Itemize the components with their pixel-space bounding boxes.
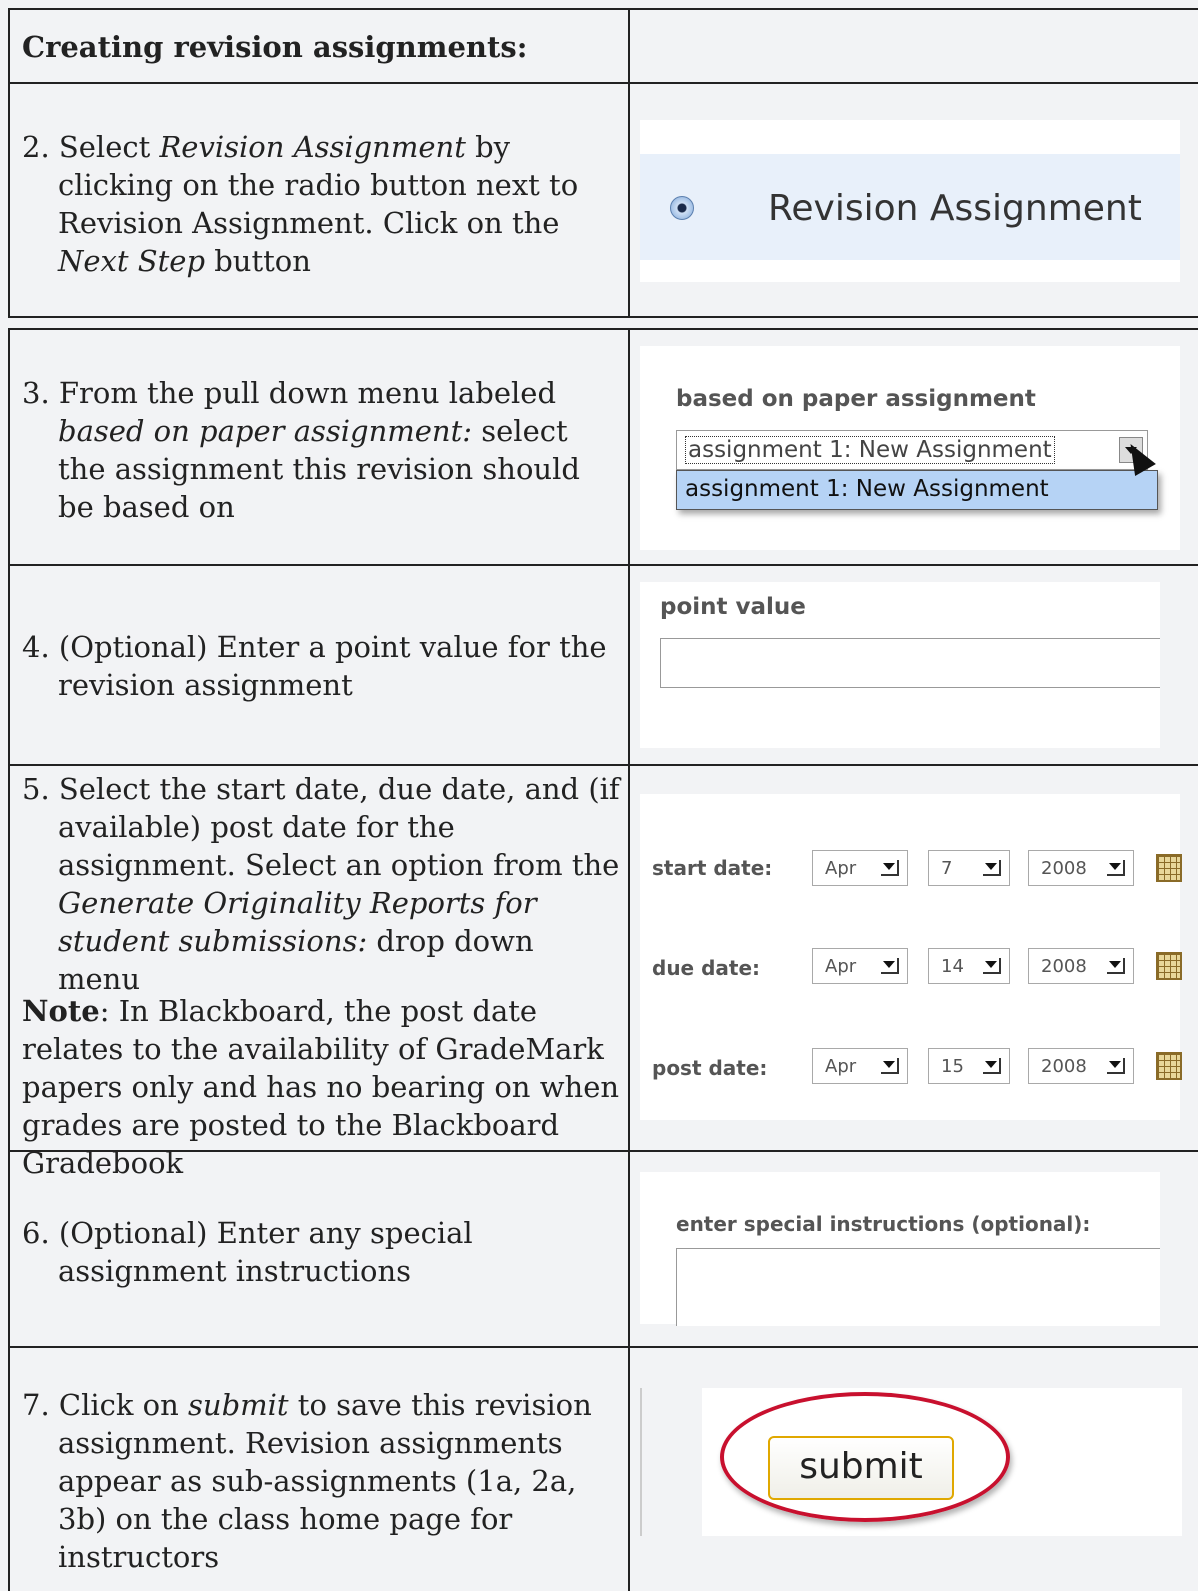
due-date-label: due date: [652,956,761,980]
chevron-down-icon [1107,1058,1125,1074]
start-month-select[interactable]: Apr [812,850,908,886]
start-date-label: start date: [652,856,773,880]
dropdown-screenshot: based on paper assignment assignment 1: … [640,346,1180,550]
step-4-text: 4. (Optional) Enter a point value for th… [22,630,607,702]
step-3-text: 3. From the pull down menu labeled based… [22,376,580,524]
step-7-row: 7. Click on submit to save this revision… [8,1346,1198,1591]
due-year-select[interactable]: 2008 [1028,948,1134,984]
step-7-text: 7. Click on submit to save this revision… [22,1388,592,1574]
assignment-select-value: assignment 1: New Assignment [685,436,1055,464]
chevron-down-icon [983,860,1001,876]
submit-button[interactable]: submit [768,1436,954,1500]
chevron-down-icon [881,1058,899,1074]
step-2-text: 2. Select Revision Assignment by clickin… [22,130,579,278]
submit-screenshot: submit [640,1388,1182,1536]
based-on-label: based on paper assignment [676,386,1036,412]
calendar-icon[interactable] [1156,1052,1182,1080]
start-year-select[interactable]: 2008 [1028,850,1134,886]
step-5-row: 5. Select the start date, due date, and … [8,764,1198,1180]
step-5-text: 5. Select the start date, due date, and … [22,772,620,996]
step-4-row: 4. (Optional) Enter a point value for th… [8,564,1198,764]
calendar-icon[interactable] [1156,854,1182,882]
step-6-text-cell: 6. (Optional) Enter any special assignme… [10,1152,630,1346]
header-row: Creating revision assignments: [8,8,1198,82]
step-5-screenshot-cell: start date: Apr 7 2008 due date: Apr 14 … [630,766,1198,1150]
radio-label: Revision Assignment [768,188,1142,229]
post-date-label: post date: [652,1056,768,1080]
point-value-screenshot: point value [640,582,1160,748]
chevron-down-icon [983,958,1001,974]
step-2-row: 2. Select Revision Assignment by clickin… [8,82,1198,318]
post-day-select[interactable]: 15 [928,1048,1010,1084]
radio-button[interactable] [670,196,694,220]
note-label: Note [22,994,100,1028]
header-left-cell: Creating revision assignments: [10,10,630,82]
radio-screenshot: Revision Assignment [640,120,1180,282]
dates-screenshot: start date: Apr 7 2008 due date: Apr 14 … [640,794,1182,1120]
point-value-input[interactable] [660,638,1160,688]
step-7-screenshot-cell: submit [630,1348,1198,1591]
step-4-screenshot-cell: point value [630,566,1198,764]
step-7-text-cell: 7. Click on submit to save this revision… [10,1348,630,1591]
chevron-down-icon [1107,958,1125,974]
due-day-select[interactable]: 14 [928,948,1010,984]
point-value-label: point value [660,594,806,620]
instructions-textarea[interactable] [676,1248,1160,1326]
step-3-row: 3. From the pull down menu labeled based… [8,328,1198,564]
calendar-icon[interactable] [1156,952,1182,980]
step-2-screenshot-cell: Revision Assignment [630,84,1198,316]
instructions-screenshot: enter special instructions (optional): [640,1172,1160,1326]
step-3-screenshot-cell: based on paper assignment assignment 1: … [630,330,1198,564]
step-4-text-cell: 4. (Optional) Enter a point value for th… [10,566,630,764]
assignment-select[interactable]: assignment 1: New Assignment [676,430,1148,470]
step-5-text-cell: 5. Select the start date, due date, and … [10,766,630,1180]
start-day-select[interactable]: 7 [928,850,1010,886]
step-2-text-cell: 2. Select Revision Assignment by clickin… [10,84,630,316]
post-year-select[interactable]: 2008 [1028,1048,1134,1084]
step-6-row: 6. (Optional) Enter any special assignme… [8,1150,1198,1346]
step-3-text-cell: 3. From the pull down menu labeled based… [10,330,630,564]
step-6-text: 6. (Optional) Enter any special assignme… [22,1216,473,1288]
post-month-select[interactable]: Apr [812,1048,908,1084]
page-title: Creating revision assignments: [22,30,528,64]
due-month-select[interactable]: Apr [812,948,908,984]
dropdown-option[interactable]: assignment 1: New Assignment [676,470,1158,510]
instructions-label: enter special instructions (optional): [676,1212,1091,1236]
step-6-screenshot-cell: enter special instructions (optional): [630,1152,1198,1346]
header-right-cell [630,10,1198,82]
chevron-down-icon [881,958,899,974]
chevron-down-icon [881,860,899,876]
chevron-down-icon [1107,860,1125,876]
chevron-down-icon [983,1058,1001,1074]
